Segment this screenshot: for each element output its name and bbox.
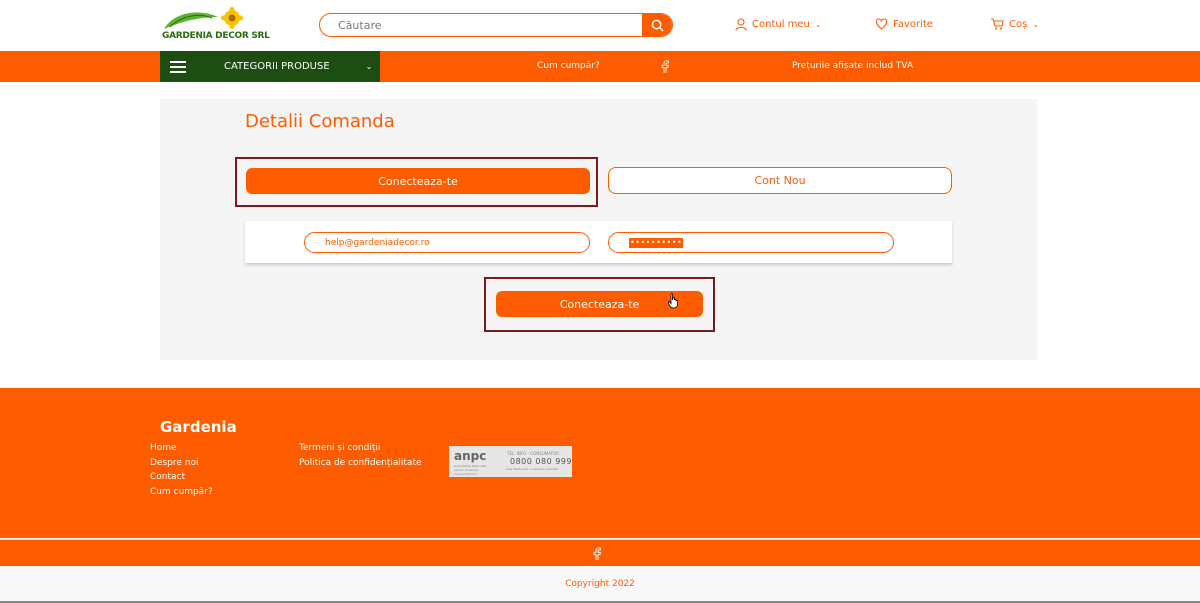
chevron-down-icon: ⌄ (1032, 19, 1040, 29)
hamburger-icon (170, 60, 186, 73)
login-form: •••••••••• (245, 221, 952, 263)
footer-links-legal: Termeni și condiții Politica de confiden… (299, 443, 422, 468)
submit-highlight: Conecteaza-te (484, 277, 715, 332)
footer-link-terms[interactable]: Termeni și condiții (299, 443, 422, 454)
password-value: •••••••••• (629, 237, 684, 248)
password-field[interactable]: •••••••••• (608, 232, 894, 253)
footer-links-main: Home Despre noi Contact Cum cumpăr? (150, 443, 213, 497)
vat-notice: Prețurile afișate includ TVA (792, 61, 914, 71)
hand-cursor-icon (668, 293, 678, 309)
chevron-down-icon: ⌄ (814, 20, 822, 29)
anpc-tel-label: TEL. INFO - CONSUMATOR (507, 451, 559, 456)
footer-link-home[interactable]: Home (150, 443, 213, 454)
main-navbar: CATEGORII PRODUSE ⌄ Cum cumpăr? Prețuril… (0, 51, 1200, 82)
footer-link-how-to-buy[interactable]: Cum cumpăr? (150, 487, 213, 498)
categories-menu[interactable]: CATEGORII PRODUSE ⌄ (160, 51, 380, 82)
anpc-badge[interactable]: anpc Autoritatea Națională pentru Protec… (449, 446, 572, 477)
email-field[interactable] (304, 232, 590, 253)
heart-icon (875, 18, 888, 30)
categories-label: CATEGORII PRODUSE (224, 61, 330, 72)
facebook-icon[interactable] (593, 545, 601, 564)
facebook-icon[interactable] (661, 58, 669, 77)
tab-login[interactable]: Conecteaza-te (246, 168, 590, 194)
search-input[interactable] (338, 17, 638, 33)
cart-icon (991, 18, 1004, 30)
page-title: Detalii Comanda (245, 111, 395, 132)
site-footer: Gardenia Home Despre noi Contact Cum cum… (0, 388, 1200, 538)
favorites-label: Favorite (893, 18, 933, 30)
cart-menu[interactable]: Coș ⌄ (990, 18, 1039, 30)
copyright-bar: Copyright 2022 (0, 566, 1200, 601)
anpc-logo: anpc (454, 449, 487, 463)
cart-label: Coș (1009, 18, 1028, 30)
search-icon (651, 19, 664, 32)
chevron-down-icon: ⌄ (365, 62, 373, 71)
favorites-link[interactable]: Favorite (875, 18, 933, 30)
user-icon (735, 18, 747, 31)
order-details-panel: Detalii Comanda Conecteaza-te Cont Nou •… (160, 99, 1037, 360)
copyright-text: Copyright 2022 (565, 579, 635, 589)
footer-link-privacy[interactable]: Politica de confidențialitate (299, 458, 422, 469)
site-header: GARDENIA DECOR SRL Contul meu ⌄ Favorite (0, 0, 1200, 50)
footer-link-about[interactable]: Despre noi (150, 458, 213, 469)
anpc-subtitle: Autoritatea Națională pentru Protecția C… (454, 464, 487, 476)
account-label: Contul meu (752, 19, 810, 30)
anpc-phone: 0800 080 999 (510, 457, 572, 466)
footer-brand: Gardenia (160, 418, 237, 436)
footer-social-bar (0, 540, 1200, 566)
logo[interactable]: GARDENIA DECOR SRL (160, 7, 270, 44)
footer-link-contact[interactable]: Contact (150, 472, 213, 483)
login-tab-highlight: Conecteaza-te (235, 157, 598, 207)
logo-text: GARDENIA DECOR SRL (162, 31, 270, 41)
logo-leaf-flower-icon (164, 7, 243, 29)
anpc-note: linie telefonică cu apelare gratuită (506, 467, 558, 471)
tab-new-account[interactable]: Cont Nou (608, 167, 952, 194)
search-button[interactable] (642, 14, 672, 36)
account-menu[interactable]: Contul meu ⌄ (735, 18, 822, 31)
how-to-buy-link[interactable]: Cum cumpăr? (537, 61, 600, 71)
search-box (319, 13, 673, 37)
